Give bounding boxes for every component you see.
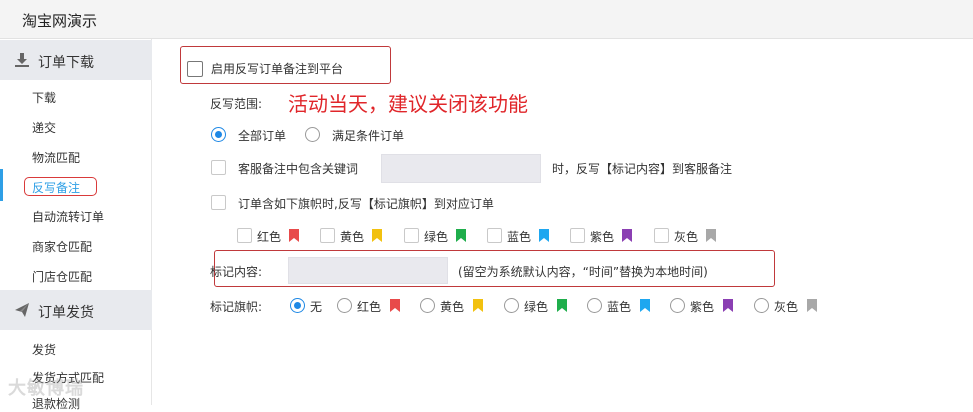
flag-purple-label: 紫色 <box>590 230 615 244</box>
annotation-note: 活动当天，建议关闭该功能 <box>288 92 528 116</box>
yellow-flag-icon <box>473 299 483 312</box>
mark-flag-label: 标记旗帜: <box>210 300 263 314</box>
gray-flag-icon <box>807 299 817 312</box>
mark-flag-gray-label: 灰色 <box>774 300 799 314</box>
flag-rule-label: 订单含如下旗帜时,反写【标记旗帜】到对应订单 <box>238 197 494 211</box>
keyword-label: 客服备注中包含关键词 <box>238 162 359 176</box>
enable-write-back-label: 启用反写订单备注到平台 <box>211 62 344 76</box>
flag-red-label: 红色 <box>257 230 282 244</box>
mark-flag-blue-label: 蓝色 <box>607 300 632 314</box>
sidebar-item-ship[interactable]: 发货 <box>32 341 56 358</box>
flag-yellow-label: 黄色 <box>340 230 365 244</box>
watermark: 大敏博瑞 <box>8 378 84 399</box>
flag-red-checkbox[interactable] <box>237 228 252 243</box>
blue-flag-icon <box>539 229 549 242</box>
mark-flag-red-radio[interactable] <box>337 298 352 313</box>
scope-all-radio[interactable] <box>211 127 226 142</box>
settings-panel: 启用反写订单备注到平台 反写范围: 活动当天，建议关闭该功能 全部订单 满足条件… <box>152 39 973 405</box>
scope-label: 反写范围: <box>210 97 263 111</box>
scope-conditional-label: 满足条件订单 <box>332 129 405 143</box>
flag-gray-label: 灰色 <box>674 230 699 244</box>
keyword-checkbox[interactable] <box>211 160 226 175</box>
mark-flag-purple-radio[interactable] <box>670 298 685 313</box>
green-flag-icon <box>456 229 466 242</box>
sidebar-group-download[interactable]: 订单下载 <box>0 40 152 80</box>
mark-content-input[interactable] <box>288 257 448 284</box>
sidebar-group-label: 订单发货 <box>38 305 94 321</box>
app-title: 淘宝网演示 <box>22 12 98 30</box>
sidebar-item-store-warehouse[interactable]: 门店仓匹配 <box>32 268 92 285</box>
sidebar-item-submit[interactable]: 递交 <box>32 119 56 136</box>
green-flag-icon <box>557 299 567 312</box>
mark-flag-purple-label: 紫色 <box>690 300 715 314</box>
flag-rule-checkbox[interactable] <box>211 195 226 210</box>
flag-blue-checkbox[interactable] <box>487 228 502 243</box>
mark-flag-green-radio[interactable] <box>504 298 519 313</box>
sidebar-item-write-back-note[interactable]: 反写备注 <box>32 179 80 196</box>
mark-flag-none-radio[interactable] <box>290 298 305 313</box>
flag-green-checkbox[interactable] <box>404 228 419 243</box>
sidebar-item-download[interactable]: 下载 <box>32 89 56 106</box>
active-indicator <box>0 169 3 201</box>
blue-flag-icon <box>640 299 650 312</box>
mark-flag-red-label: 红色 <box>357 300 382 314</box>
download-icon <box>14 52 30 68</box>
flag-purple-checkbox[interactable] <box>570 228 585 243</box>
keyword-suffix: 时，反写【标记内容】到客服备注 <box>552 162 733 176</box>
mark-flag-green-label: 绿色 <box>524 300 549 314</box>
mark-content-hint: (留空为系统默认内容，“时间”替换为本地时间) <box>458 265 708 279</box>
yellow-flag-icon <box>372 229 382 242</box>
sidebar-item-merchant-warehouse[interactable]: 商家仓匹配 <box>32 238 92 255</box>
keyword-input[interactable] <box>381 154 541 183</box>
flag-green-label: 绿色 <box>424 230 449 244</box>
sidebar-item-auto-transfer[interactable]: 自动流转订单 <box>32 208 104 225</box>
enable-write-back-checkbox[interactable] <box>187 61 203 77</box>
sidebar-group-shipping[interactable]: 订单发货 <box>0 290 152 330</box>
scope-all-label: 全部订单 <box>238 129 287 143</box>
red-flag-icon <box>390 299 400 312</box>
purple-flag-icon <box>723 299 733 312</box>
purple-flag-icon <box>622 229 632 242</box>
gray-flag-icon <box>706 229 716 242</box>
sidebar-item-logistics-match[interactable]: 物流匹配 <box>32 149 80 166</box>
flag-yellow-checkbox[interactable] <box>320 228 335 243</box>
sidebar: 订单下载 下载 递交 物流匹配 反写备注 自动流转订单 商家仓匹配 门店仓匹配 … <box>0 39 152 411</box>
scope-conditional-radio[interactable] <box>305 127 320 142</box>
sidebar-group-label: 订单下载 <box>38 55 94 71</box>
mark-flag-gray-radio[interactable] <box>754 298 769 313</box>
mark-flag-yellow-radio[interactable] <box>420 298 435 313</box>
mark-content-label: 标记内容: <box>210 265 263 279</box>
title-bar: 淘宝网演示 <box>0 0 973 39</box>
send-icon <box>14 302 30 318</box>
flag-blue-label: 蓝色 <box>507 230 532 244</box>
mark-flag-yellow-label: 黄色 <box>440 300 465 314</box>
flag-gray-checkbox[interactable] <box>654 228 669 243</box>
mark-flag-none-label: 无 <box>310 300 323 314</box>
mark-flag-blue-radio[interactable] <box>587 298 602 313</box>
red-flag-icon <box>289 229 299 242</box>
